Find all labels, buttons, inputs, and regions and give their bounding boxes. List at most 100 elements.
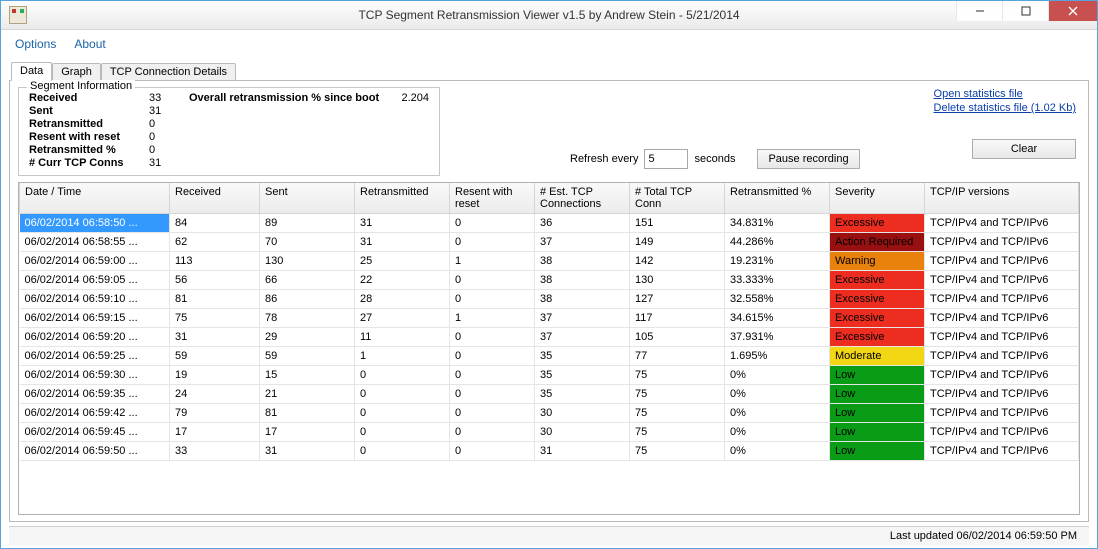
received-value: 33 (149, 92, 189, 104)
tab-connection-details[interactable]: TCP Connection Details (101, 63, 236, 81)
col-versions[interactable]: TCP/IP versions (925, 183, 1079, 214)
table-row[interactable]: 06/02/2014 06:59:30 ...19150035750%LowTC… (20, 366, 1079, 385)
cell-versions: TCP/IPv4 and TCP/IPv6 (925, 328, 1079, 347)
cell-retransmitted: 25 (355, 252, 450, 271)
cell-sent: 21 (260, 385, 355, 404)
cell-received: 62 (170, 233, 260, 252)
table-row[interactable]: 06/02/2014 06:58:50 ...84893103615134.83… (20, 214, 1079, 233)
col-received[interactable]: Received (170, 183, 260, 214)
cell-resent-reset: 0 (450, 290, 535, 309)
menubar: Options About (1, 30, 1097, 55)
minimize-button[interactable] (956, 1, 1002, 21)
segment-information-title: Segment Information (27, 80, 135, 92)
cell-retrans-pct: 0% (725, 366, 830, 385)
cell-retransmitted: 0 (355, 385, 450, 404)
col-resent-reset[interactable]: Resent with reset (450, 183, 535, 214)
col-datetime[interactable]: Date / Time (20, 183, 170, 214)
cell-sent: 59 (260, 347, 355, 366)
cell-severity: Warning (830, 252, 925, 271)
cell-sent: 29 (260, 328, 355, 347)
cell-retrans-pct: 32.558% (725, 290, 830, 309)
cell-severity: Excessive (830, 271, 925, 290)
col-est-conns[interactable]: # Est. TCP Connections (535, 183, 630, 214)
cell-resent-reset: 0 (450, 233, 535, 252)
close-icon (1068, 6, 1078, 16)
table-row[interactable]: 06/02/2014 06:59:50 ...33310031750%LowTC… (20, 442, 1079, 461)
cell-retransmitted: 31 (355, 233, 450, 252)
tab-graph[interactable]: Graph (52, 63, 101, 81)
col-retransmitted[interactable]: Retransmitted (355, 183, 450, 214)
col-severity[interactable]: Severity (830, 183, 925, 214)
window-controls (956, 1, 1097, 21)
top-controls-row: Segment Information Received 33 Overall … (18, 87, 1080, 176)
cell-resent-reset: 0 (450, 214, 535, 233)
cell-total-conns: 77 (630, 347, 725, 366)
retransmitted-value: 0 (149, 118, 189, 130)
cell-est-conns: 38 (535, 290, 630, 309)
cell-est-conns: 36 (535, 214, 630, 233)
cell-retransmitted: 11 (355, 328, 450, 347)
table-row[interactable]: 06/02/2014 06:59:05 ...56662203813033.33… (20, 271, 1079, 290)
cell-resent-reset: 0 (450, 442, 535, 461)
col-total-conns[interactable]: # Total TCP Conn (630, 183, 725, 214)
cell-retrans-pct: 44.286% (725, 233, 830, 252)
cell-est-conns: 38 (535, 252, 630, 271)
table-row[interactable]: 06/02/2014 06:59:25 ...59591035771.695%M… (20, 347, 1079, 366)
cell-est-conns: 37 (535, 328, 630, 347)
cell-received: 33 (170, 442, 260, 461)
cell-received: 79 (170, 404, 260, 423)
cell-retrans-pct: 19.231% (725, 252, 830, 271)
cell-resent-reset: 0 (450, 404, 535, 423)
cell-received: 24 (170, 385, 260, 404)
overall-retrans-value: 2.204 (395, 92, 429, 104)
cell-received: 75 (170, 309, 260, 328)
maximize-icon (1021, 6, 1031, 16)
resent-reset-value: 0 (149, 131, 189, 143)
cell-total-conns: 149 (630, 233, 725, 252)
cell-est-conns: 30 (535, 423, 630, 442)
menu-about[interactable]: About (74, 37, 105, 51)
cell-retrans-pct: 37.931% (725, 328, 830, 347)
cell-retransmitted: 0 (355, 442, 450, 461)
table-row[interactable]: 06/02/2014 06:59:35 ...24210035750%LowTC… (20, 385, 1079, 404)
cell-total-conns: 75 (630, 423, 725, 442)
cell-sent: 15 (260, 366, 355, 385)
cell-retrans-pct: 34.615% (725, 309, 830, 328)
cell-total-conns: 142 (630, 252, 725, 271)
refresh-interval-input[interactable] (644, 149, 688, 169)
cell-versions: TCP/IPv4 and TCP/IPv6 (925, 214, 1079, 233)
cell-sent: 66 (260, 271, 355, 290)
table-row[interactable]: 06/02/2014 06:59:15 ...75782713711734.61… (20, 309, 1079, 328)
cell-total-conns: 130 (630, 271, 725, 290)
cell-datetime: 06/02/2014 06:59:42 ... (20, 404, 170, 423)
close-button[interactable] (1048, 1, 1097, 21)
delete-stats-link[interactable]: Delete statistics file (1.02 Kb) (934, 101, 1076, 115)
tab-data[interactable]: Data (11, 62, 52, 81)
cell-total-conns: 127 (630, 290, 725, 309)
data-grid[interactable]: Date / Time Received Sent Retransmitted … (18, 182, 1080, 515)
maximize-button[interactable] (1002, 1, 1048, 21)
table-row[interactable]: 06/02/2014 06:59:45 ...17170030750%LowTC… (20, 423, 1079, 442)
menu-options[interactable]: Options (15, 37, 56, 51)
cell-est-conns: 35 (535, 385, 630, 404)
open-stats-link[interactable]: Open statistics file (934, 87, 1076, 101)
table-row[interactable]: 06/02/2014 06:59:10 ...81862803812732.55… (20, 290, 1079, 309)
col-sent[interactable]: Sent (260, 183, 355, 214)
table-row[interactable]: 06/02/2014 06:58:55 ...62703103714944.28… (20, 233, 1079, 252)
table-row[interactable]: 06/02/2014 06:59:20 ...31291103710537.93… (20, 328, 1079, 347)
clear-button[interactable]: Clear (972, 139, 1076, 159)
cell-sent: 89 (260, 214, 355, 233)
col-retrans-pct[interactable]: Retransmitted % (725, 183, 830, 214)
tab-row: Data Graph TCP Connection Details (1, 55, 1097, 80)
cell-total-conns: 75 (630, 442, 725, 461)
cell-total-conns: 75 (630, 366, 725, 385)
cell-resent-reset: 0 (450, 271, 535, 290)
cell-severity: Low (830, 404, 925, 423)
table-row[interactable]: 06/02/2014 06:59:42 ...79810030750%LowTC… (20, 404, 1079, 423)
cell-sent: 81 (260, 404, 355, 423)
statusbar: Last updated 06/02/2014 06:59:50 PM (9, 526, 1089, 545)
pause-recording-button[interactable]: Pause recording (757, 149, 859, 169)
table-row[interactable]: 06/02/2014 06:59:00 ...1131302513814219.… (20, 252, 1079, 271)
cell-retransmitted: 0 (355, 404, 450, 423)
cell-sent: 17 (260, 423, 355, 442)
